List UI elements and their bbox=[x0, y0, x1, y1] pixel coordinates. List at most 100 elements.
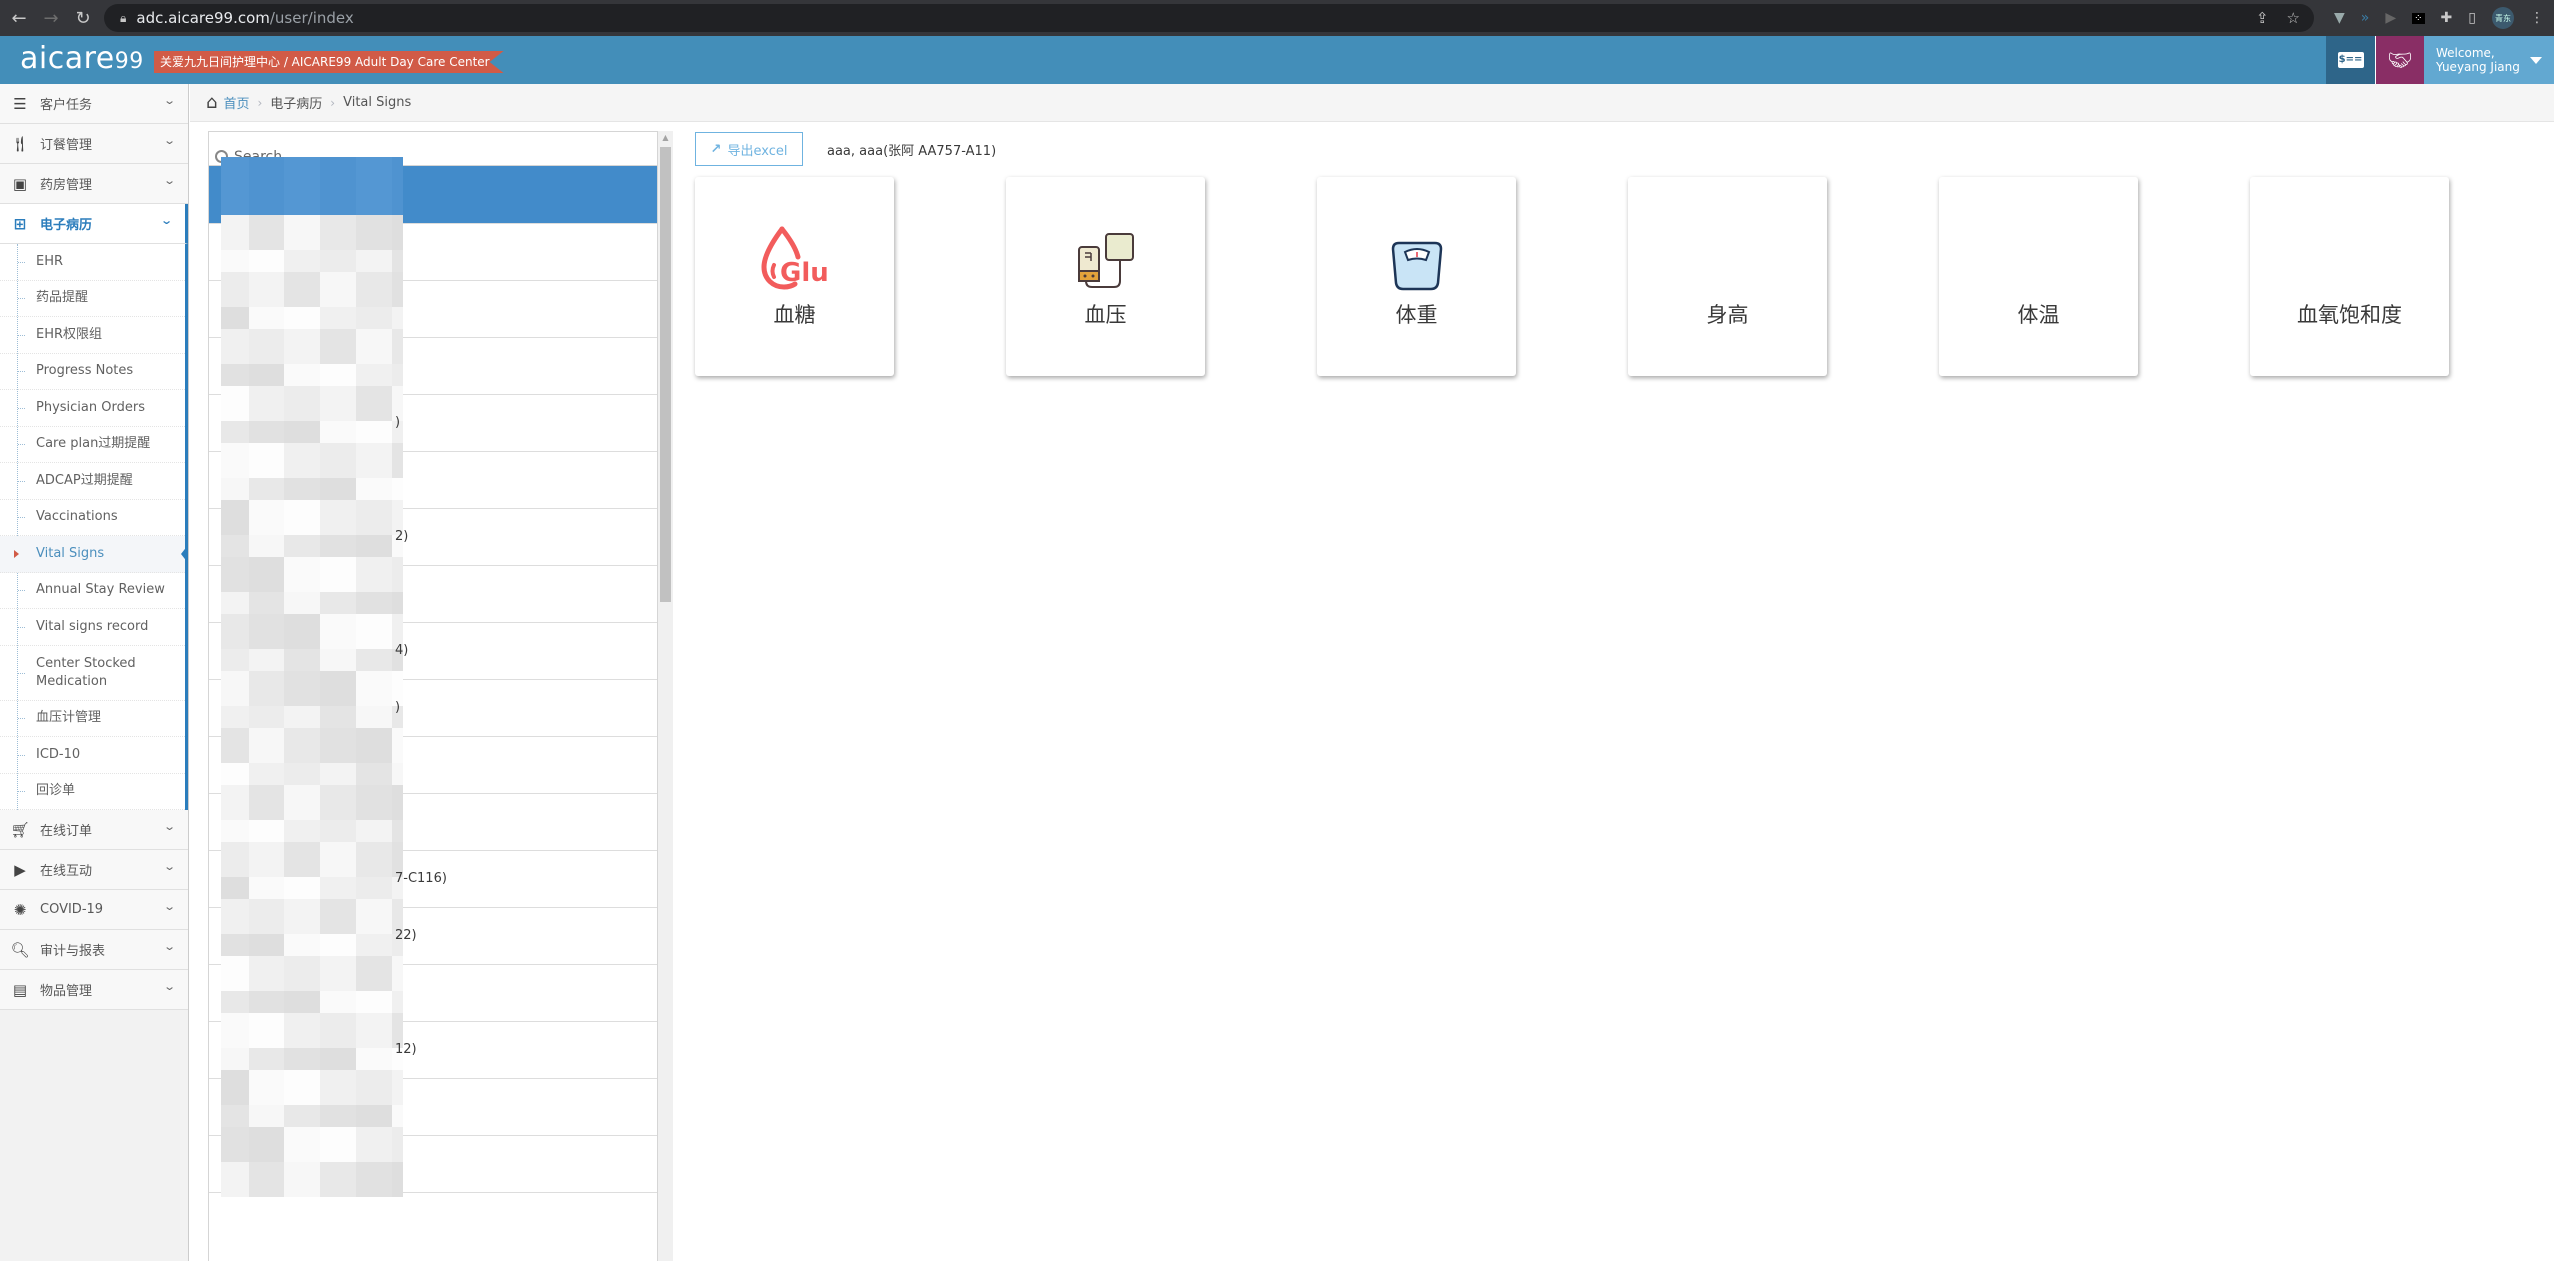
welcome-label: Welcome, bbox=[2436, 46, 2495, 60]
sidebar-item-label: 药房管理 bbox=[40, 178, 93, 193]
chevron-down-icon: ⌄ bbox=[162, 134, 176, 147]
play-icon[interactable]: ▶ bbox=[2385, 10, 2396, 26]
browser-menu-icon[interactable]: ⋮ bbox=[2530, 10, 2544, 26]
billing-button[interactable]: $== bbox=[2326, 36, 2376, 84]
vital-card-height[interactable]: 身高 bbox=[1628, 177, 1827, 376]
patient-row-text: 7-C116) bbox=[395, 871, 447, 886]
search-dollar-icon: 🔍︎ bbox=[10, 940, 30, 959]
submenu-item-care-plan-expiry[interactable]: Care plan过期提醒 bbox=[0, 427, 185, 463]
sidebar-item-online-interaction[interactable]: ▶ 在线互动 ⌄ bbox=[0, 850, 188, 890]
breadcrumb-section: 电子病历 bbox=[270, 97, 323, 112]
chevron-down-icon: ⌄ bbox=[162, 820, 176, 833]
submenu-item-bp-meter-management[interactable]: 血压计管理 bbox=[0, 701, 185, 737]
patient-row-text: 2) bbox=[395, 529, 409, 544]
patient-row-text: 22) bbox=[395, 928, 417, 943]
vital-card-weight[interactable]: 体重 bbox=[1317, 177, 1516, 376]
sidebar-item-label: 电子病历 bbox=[40, 218, 93, 233]
app-header: aicare99 关爱九九日间护理中心 / AICARE99 Adult Day… bbox=[0, 36, 2554, 84]
submenu-item-ehr-permission-group[interactable]: EHR权限组 bbox=[0, 317, 185, 354]
handshake-icon: 🤝︎ bbox=[2387, 48, 2413, 72]
lock-icon: 🔒︎ bbox=[120, 10, 127, 25]
logo-suffix: 99 bbox=[114, 49, 144, 74]
submenu-item-physician-orders[interactable]: Physician Orders bbox=[0, 390, 185, 427]
video-icon: ▶ bbox=[14, 860, 26, 879]
submenu-item-center-stocked-medication[interactable]: Center Stocked Medication bbox=[0, 646, 185, 701]
aicare-logo[interactable]: aicare99 bbox=[20, 44, 144, 77]
browser-toolbar: ← → ↻ 🔒︎ adc.aicare99.com/user/index ⇪ ☆ bbox=[0, 0, 2554, 36]
address-bar[interactable]: 🔒︎ adc.aicare99.com/user/index ⇪ ☆ bbox=[104, 4, 2314, 32]
sidebar-item-covid-19[interactable]: ✺ COVID-19 ⌄ bbox=[0, 890, 188, 930]
glucose-drop-icon: Glu bbox=[760, 225, 830, 291]
emr-submenu: EHR 药品提醒 EHR权限组 Progress Notes Physician… bbox=[0, 244, 188, 810]
vital-card-oxygen-saturation[interactable]: 血氧饱和度 bbox=[2250, 177, 2449, 376]
submenu-item-vaccinations[interactable]: Vaccinations bbox=[0, 500, 185, 536]
chevron-down-icon: ⌄ bbox=[162, 940, 176, 953]
patient-row-text: 4) bbox=[395, 643, 409, 658]
profile-avatar[interactable]: 青东 bbox=[2492, 7, 2514, 29]
patient-list-scrollbar[interactable]: ▲ bbox=[658, 131, 673, 1261]
patient-row[interactable] bbox=[209, 1127, 657, 1197]
submenu-item-progress-notes[interactable]: Progress Notes bbox=[0, 354, 185, 390]
external-link-icon: ↗ bbox=[710, 141, 722, 157]
selected-patient-name: aaa, aaa(张阿 AA757-A11) bbox=[827, 144, 997, 159]
export-excel-label: 导出excel bbox=[727, 143, 788, 159]
submenu-item-ehr[interactable]: EHR bbox=[0, 244, 185, 281]
sidebar-item-audit-reports[interactable]: 🔍︎ 审计与报表 ⌄ bbox=[0, 930, 188, 970]
share-icon[interactable]: ⇪ bbox=[2256, 9, 2269, 27]
bookmark-star-icon[interactable]: ☆ bbox=[2287, 9, 2300, 27]
sidebar-item-inventory[interactable]: ▤ 物品管理 ⌄ bbox=[0, 970, 188, 1010]
patient-list: Search )2)4))7-C116)22)12) bbox=[208, 131, 658, 1261]
export-excel-button[interactable]: ↗ 导出excel bbox=[695, 132, 803, 166]
partner-button[interactable]: 🤝︎ bbox=[2376, 36, 2424, 84]
redacted-patient-name bbox=[221, 1127, 403, 1197]
svg-text:Glu: Glu bbox=[780, 258, 829, 288]
pharmacy-icon: ▣ bbox=[12, 174, 28, 193]
user-menu[interactable]: Welcome, Yueyang Jiang bbox=[2424, 36, 2554, 84]
url-path: /user/index bbox=[269, 9, 354, 27]
vital-card-blood-glucose[interactable]: Glu 血糖 bbox=[695, 177, 894, 376]
breadcrumb-home-link[interactable]: 首页 bbox=[223, 93, 249, 112]
puzzle-extensions-icon[interactable]: ✚ bbox=[2441, 10, 2453, 26]
submenu-item-follow-up-form[interactable]: 回诊单 bbox=[0, 774, 185, 810]
sidebar-item-meal-ordering[interactable]: 🍴︎ 订餐管理 ⌄ bbox=[0, 124, 188, 164]
submenu-item-annual-stay-review[interactable]: Annual Stay Review bbox=[0, 573, 185, 609]
sidebar-item-label: 物品管理 bbox=[40, 984, 93, 999]
sidebar-item-emr[interactable]: ⊞ 电子病历 ⌄ bbox=[0, 204, 188, 244]
home-icon[interactable]: ⌂ bbox=[206, 92, 217, 113]
submenu-item-adcap-expiry[interactable]: ADCAP过期提醒 bbox=[0, 463, 185, 500]
submenu-item-vital-signs-record[interactable]: Vital signs record bbox=[0, 609, 185, 646]
patient-row-text: ) bbox=[395, 700, 401, 715]
url-host: adc.aicare99.com bbox=[136, 9, 270, 27]
dice-extension-icon[interactable]: ⁘ bbox=[2412, 12, 2425, 24]
sidebar-item-label: 在线互动 bbox=[40, 864, 93, 879]
scroll-up-arrow-icon[interactable]: ▲ bbox=[658, 131, 673, 145]
card-label: 血压 bbox=[1084, 302, 1127, 327]
card-label: 体重 bbox=[1395, 302, 1438, 327]
scrollbar-thumb[interactable] bbox=[660, 147, 671, 602]
box-open-icon: ▤ bbox=[12, 980, 28, 999]
reload-icon[interactable]: ↻ bbox=[70, 8, 96, 29]
weight-scale-icon bbox=[1391, 225, 1443, 291]
sidebar-item-pharmacy[interactable]: ▣ 药房管理 ⌄ bbox=[0, 164, 188, 204]
submenu-item-icd-10[interactable]: ICD-10 bbox=[0, 737, 185, 774]
vital-card-blood-pressure[interactable]: 血压 bbox=[1006, 177, 1205, 376]
vue-devtools-icon[interactable]: ▼ bbox=[2334, 10, 2345, 26]
sidebar-item-label: 审计与报表 bbox=[40, 944, 106, 959]
patient-row-text: ) bbox=[395, 415, 401, 430]
extension-icons: ▼ » ▶ ⁘ ✚ ▯ 青东 ⋮ bbox=[2322, 4, 2544, 32]
patient-row-text: 12) bbox=[395, 1042, 417, 1057]
sidebar-item-label: COVID-19 bbox=[40, 902, 104, 917]
forward-icon[interactable]: → bbox=[38, 8, 64, 29]
sidebar-item-customer-tasks[interactable]: ☰ 客户任务 ⌄ bbox=[0, 84, 188, 124]
card-label: 血氧饱和度 bbox=[2297, 302, 2402, 327]
side-panel-icon[interactable]: ▯ bbox=[2468, 10, 2476, 26]
chevron-down-icon: ⌄ bbox=[162, 900, 176, 913]
center-name-badge: 关爱九九日间护理中心 / AICARE99 Adult Day Care Cen… bbox=[154, 51, 504, 73]
lungs-virus-icon: ✺ bbox=[13, 900, 27, 919]
back-icon[interactable]: ← bbox=[6, 8, 32, 29]
submenu-item-medication-reminder[interactable]: 药品提醒 bbox=[0, 281, 185, 317]
sidebar-item-online-orders[interactable]: 🛒︎ 在线订单 ⌄ bbox=[0, 810, 188, 850]
double-chevron-icon[interactable]: » bbox=[2361, 10, 2370, 26]
submenu-item-vital-signs[interactable]: Vital Signs bbox=[0, 536, 188, 573]
vital-card-temperature[interactable]: 体温 bbox=[1939, 177, 2138, 376]
